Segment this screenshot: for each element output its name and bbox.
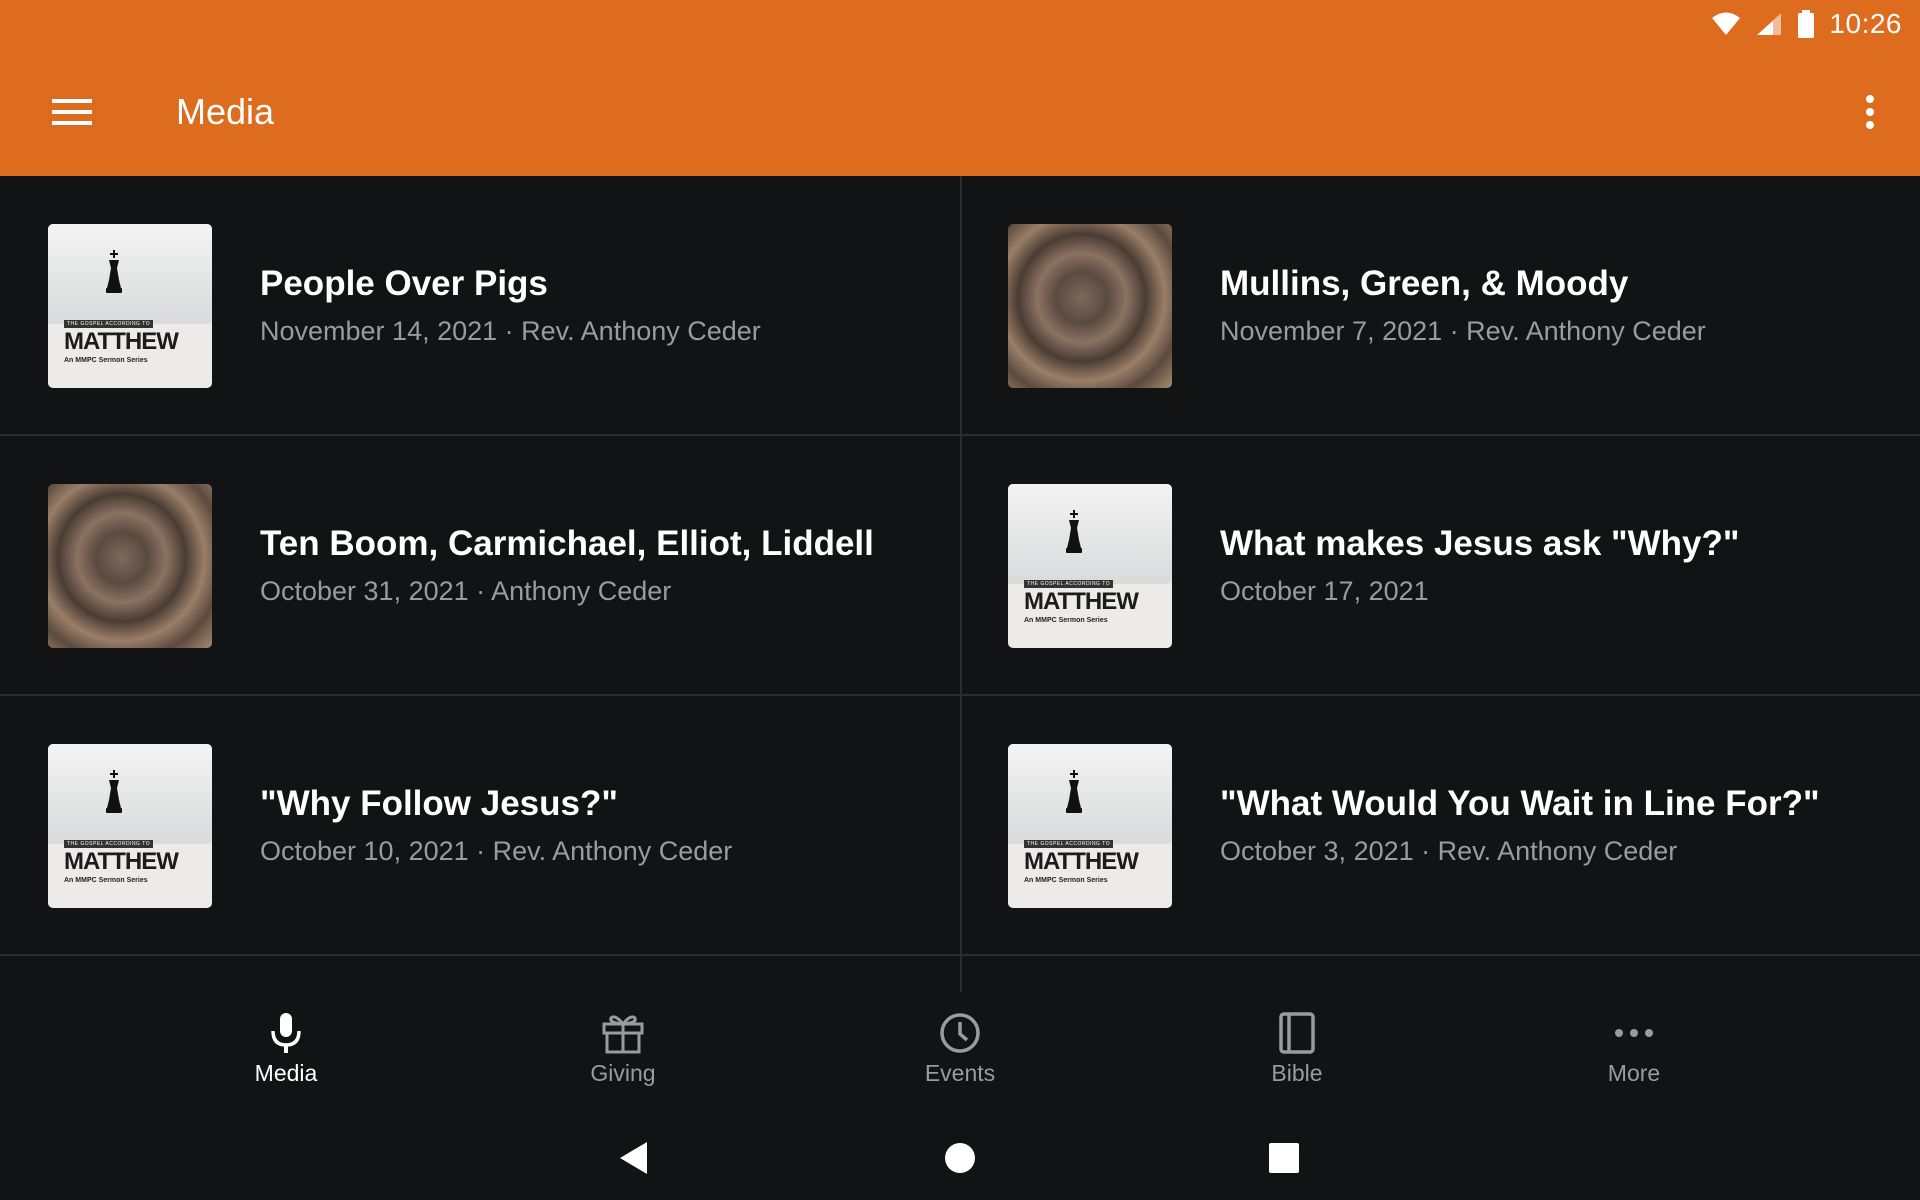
thumbnail-sky xyxy=(48,224,212,324)
nav-item-events[interactable]: Events xyxy=(792,992,1129,1116)
sermon-series-thumbnail: THE GOSPEL ACCORDING TO MATTHEW An MMPC Se… xyxy=(1008,484,1172,648)
sermon-series-thumbnail: THE GOSPEL ACCORDING TO MATTHEW An MMPC Se… xyxy=(48,744,212,908)
more-horizontal-icon xyxy=(1615,1029,1653,1037)
thumbnail-title-text: MATTHEW xyxy=(1024,588,1139,615)
thumbnail-subtitle-text: An MMPC Sermon Series xyxy=(64,357,148,364)
gift-icon xyxy=(602,1015,644,1054)
thumbnail-title-text: MATTHEW xyxy=(64,848,179,875)
row-divider xyxy=(0,954,960,956)
system-back-button[interactable] xyxy=(612,1136,656,1180)
media-item-title: What makes Jesus ask "Why?" xyxy=(1220,524,1740,563)
wood-texture-thumbnail xyxy=(48,484,212,648)
chess-king-icon xyxy=(1066,770,1082,813)
hamburger-menu-button[interactable] xyxy=(40,84,104,140)
media-item-meta: October 31, 2021 · Anthony Ceder xyxy=(260,576,672,606)
media-list-item[interactable]: Mullins, Green, & Moody November 7, 2021 … xyxy=(960,176,1920,436)
nav-label-media: Media xyxy=(254,1060,318,1086)
status-bar: 10:26 xyxy=(1711,0,1920,48)
media-item-meta: November 14, 2021 · Rev. Anthony Ceder xyxy=(260,316,761,346)
media-list-item[interactable]: THE GOSPEL ACCORDING TO MATTHEW An MMPC Se… xyxy=(0,696,960,956)
media-item-title: Mullins, Green, & Moody xyxy=(1220,264,1629,303)
back-triangle-icon xyxy=(620,1142,647,1174)
media-item-title: "Why Follow Jesus?" xyxy=(260,784,618,823)
chess-king-icon xyxy=(106,770,122,813)
media-list-item[interactable]: THE GOSPEL ACCORDING TO MATTHEW An MMPC Se… xyxy=(0,176,960,436)
media-list-item[interactable]: THE GOSPEL ACCORDING TO MATTHEW An MMPC Se… xyxy=(960,436,1920,696)
thumbnail-title-text: MATTHEW xyxy=(64,328,179,355)
hamburger-menu-icon xyxy=(52,99,92,125)
media-item-meta: October 10, 2021 · Rev. Anthony Ceder xyxy=(260,836,733,866)
home-circle-icon xyxy=(945,1143,975,1173)
media-item-title: People Over Pigs xyxy=(260,264,548,303)
status-time: 10:26 xyxy=(1829,8,1902,39)
recents-square-icon xyxy=(1269,1143,1299,1173)
microphone-icon xyxy=(271,1013,301,1053)
media-list-item[interactable]: Ten Boom, Carmichael, Elliot, Liddell Oct… xyxy=(0,436,960,696)
thumbnail-sky xyxy=(1008,744,1172,844)
thumbnail-sky xyxy=(1008,484,1172,584)
bottom-navigation: Media Giving Events Bible More xyxy=(0,992,1920,1116)
thumbnail-small-text: THE GOSPEL ACCORDING TO xyxy=(64,840,154,848)
thumbnail-small-text: THE GOSPEL ACCORDING TO xyxy=(64,320,154,328)
clock-icon xyxy=(940,1013,980,1053)
nav-item-bible[interactable]: Bible xyxy=(1129,992,1466,1116)
media-item-title: "What Would You Wait in Line For?" xyxy=(1220,784,1820,823)
thumbnail-title-text: MATTHEW xyxy=(1024,848,1139,875)
sermon-series-thumbnail: THE GOSPEL ACCORDING TO MATTHEW An MMPC Se… xyxy=(48,224,212,388)
battery-icon xyxy=(1798,10,1815,38)
wifi-icon xyxy=(1712,12,1741,35)
thumbnail-subtitle-text: An MMPC Sermon Series xyxy=(64,877,148,884)
media-item-title: Ten Boom, Carmichael, Elliot, Liddell xyxy=(260,524,874,563)
media-item-meta: November 7, 2021 · Rev. Anthony Ceder xyxy=(1220,316,1706,346)
chess-king-icon xyxy=(1066,510,1082,553)
nav-label-bible: Bible xyxy=(1271,1060,1323,1086)
app-bar: 10:26 Media xyxy=(0,0,1920,176)
sermon-series-thumbnail: THE GOSPEL ACCORDING TO MATTHEW An MMPC Se… xyxy=(1008,744,1172,908)
thumbnail-subtitle-text: An MMPC Sermon Series xyxy=(1024,617,1108,624)
system-home-button[interactable] xyxy=(938,1136,982,1180)
media-item-meta: October 17, 2021 xyxy=(1220,576,1429,606)
thumbnail-sky xyxy=(48,744,212,844)
page-title: Media xyxy=(176,91,275,132)
media-item-meta: October 3, 2021 · Rev. Anthony Ceder xyxy=(1220,836,1678,866)
row-divider xyxy=(960,954,1920,956)
chess-king-icon xyxy=(106,250,122,293)
book-icon xyxy=(1279,1012,1315,1054)
nav-item-media[interactable]: Media xyxy=(118,992,455,1116)
nav-label-events: Events xyxy=(924,1060,996,1086)
system-navigation-bar xyxy=(0,1116,1920,1200)
wood-texture-thumbnail xyxy=(1008,224,1172,388)
thumbnail-small-text: THE GOSPEL ACCORDING TO xyxy=(1024,580,1114,588)
cellular-signal-icon xyxy=(1757,13,1782,35)
nav-label-giving: Giving xyxy=(590,1060,656,1086)
thumbnail-subtitle-text: An MMPC Sermon Series xyxy=(1024,877,1108,884)
thumbnail-small-text: THE GOSPEL ACCORDING TO xyxy=(1024,840,1114,848)
more-vertical-icon xyxy=(1866,95,1874,129)
nav-item-giving[interactable]: Giving xyxy=(455,992,792,1116)
media-grid: THE GOSPEL ACCORDING TO MATTHEW An MMPC Se… xyxy=(0,176,1920,992)
system-recents-button[interactable] xyxy=(1262,1136,1306,1180)
overflow-menu-button[interactable] xyxy=(1846,84,1894,140)
screen: 10:26 Media THE GOSPEL ACCORDING TO MATTH… xyxy=(0,0,1920,1200)
nav-item-more[interactable]: More xyxy=(1466,992,1803,1116)
media-list-item[interactable]: THE GOSPEL ACCORDING TO MATTHEW An MMPC Se… xyxy=(960,696,1920,956)
nav-label-more: More xyxy=(1607,1060,1661,1086)
